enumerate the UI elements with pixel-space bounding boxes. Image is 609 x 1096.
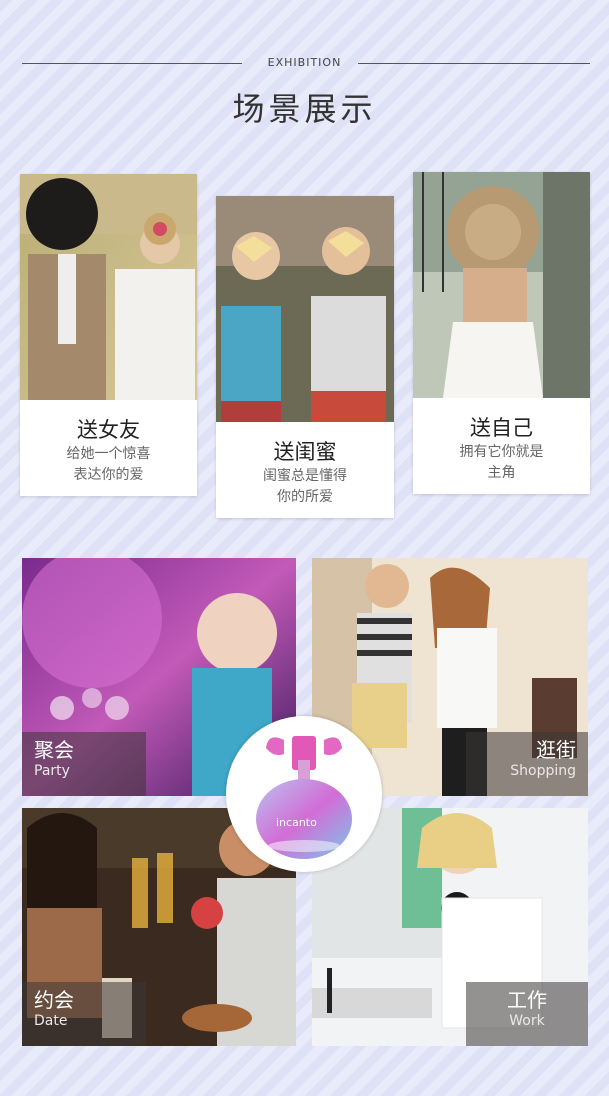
tile-label: 聚会 Party bbox=[22, 732, 146, 796]
card-desc-line1: 闺蜜总是懂得 bbox=[263, 468, 347, 484]
friends-photo bbox=[216, 196, 394, 422]
scene-card-bestie[interactable]: 送闺蜜 闺蜜总是懂得 你的所爱 bbox=[216, 196, 394, 518]
couple-photo bbox=[20, 174, 197, 400]
page-title: 场景展示 bbox=[232, 90, 377, 128]
tile-title: 聚会 bbox=[34, 738, 74, 762]
tile-title: 逛街 bbox=[536, 738, 576, 762]
sunhat-photo bbox=[413, 172, 590, 398]
tile-title: 约会 bbox=[34, 988, 74, 1012]
card-desc-line1: 给她一个惊喜 bbox=[66, 446, 151, 462]
tile-subtitle: Work bbox=[509, 1013, 545, 1029]
card-desc-line2: 你的所爱 bbox=[277, 489, 333, 505]
card-desc-line1: 拥有它你就是 bbox=[459, 444, 544, 460]
tile-subtitle: Shopping bbox=[510, 763, 576, 779]
bottle-brand-text: incanto bbox=[276, 816, 317, 829]
card-desc-line2: 表达你的爱 bbox=[73, 467, 144, 483]
card-title: 送女友 bbox=[77, 418, 140, 442]
perfume-badge[interactable]: incanto bbox=[226, 716, 382, 872]
tile-subtitle: Party bbox=[34, 763, 70, 779]
perfume-bottle-icon: incanto bbox=[256, 736, 352, 859]
tile-title: 工作 bbox=[507, 988, 547, 1012]
tile-label: 逛街 Shopping bbox=[466, 732, 588, 796]
scene-card-girlfriend[interactable]: 送女友 给她一个惊喜 表达你的爱 bbox=[20, 174, 197, 496]
scene-card-self[interactable]: 送自己 拥有它你就是 主角 bbox=[413, 172, 590, 494]
header-eyebrow: EXHIBITION bbox=[267, 56, 342, 69]
tile-label: 约会 Date bbox=[22, 982, 146, 1046]
tile-label: 工作 Work bbox=[466, 982, 588, 1046]
tile-subtitle: Date bbox=[34, 1013, 68, 1029]
card-title: 送自己 bbox=[470, 416, 533, 440]
card-desc-line2: 主角 bbox=[487, 465, 516, 481]
card-title: 送闺蜜 bbox=[273, 440, 337, 464]
